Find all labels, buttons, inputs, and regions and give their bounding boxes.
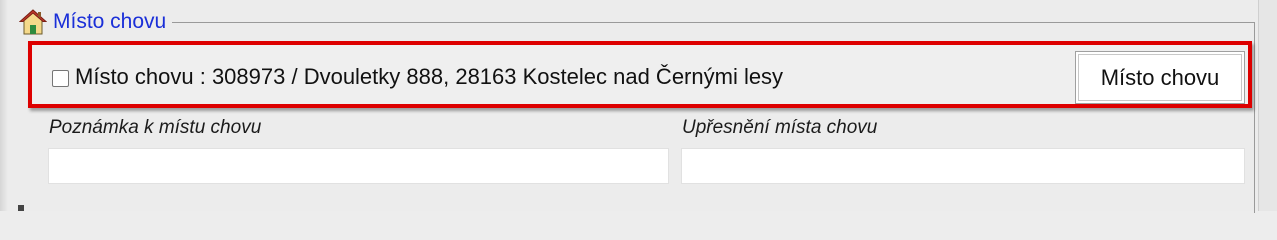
window-edge-left [0, 0, 8, 211]
resize-grip [18, 205, 24, 211]
note-label: Poznámka k místu chovu [49, 117, 262, 138]
place-button[interactable]: Místo chovu [1075, 51, 1245, 104]
form-panel: Místo chovu Místo chovu : 308973 / Dvoul… [0, 0, 1277, 213]
section-title: Místo chovu [53, 10, 167, 33]
place-description: Místo chovu : 308973 / Dvouletky 888, 28… [75, 64, 784, 89]
scrollbar-track[interactable] [1258, 0, 1277, 211]
specification-input[interactable] [681, 148, 1245, 184]
highlighted-row: Místo chovu : 308973 / Dvouletky 888, 28… [28, 41, 1252, 108]
home-icon [18, 8, 48, 36]
place-checkbox[interactable] [52, 70, 69, 87]
note-input[interactable] [48, 148, 669, 184]
specification-label: Upřesnění místa chovu [682, 117, 878, 138]
section-legend: Místo chovu [18, 8, 173, 36]
